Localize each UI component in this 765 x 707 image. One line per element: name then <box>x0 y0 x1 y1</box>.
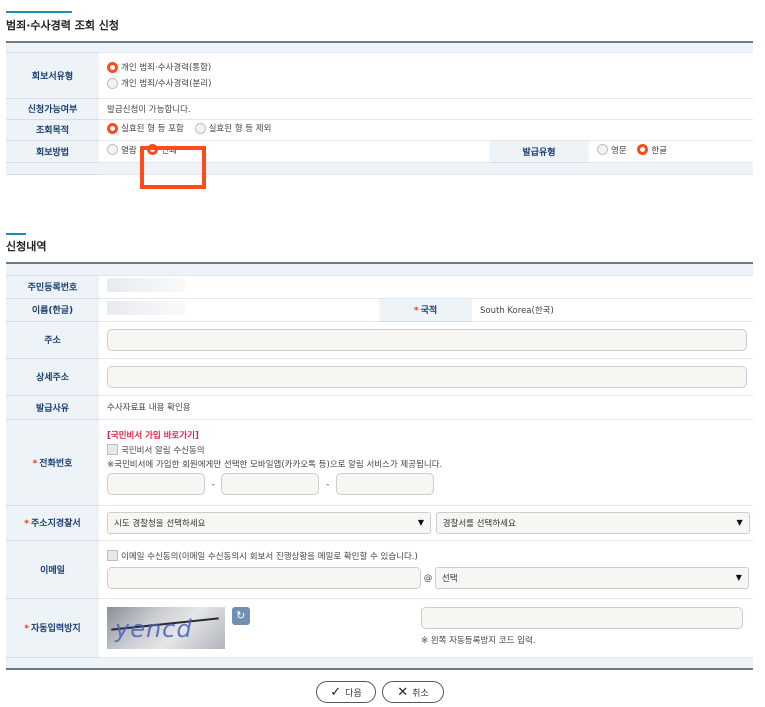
phone-note: ※국민비서에 가입한 회원에게만 선택한 모바일앱(카카오톡 등)으로 알림 서… <box>107 460 443 471</box>
required-mark: * <box>32 458 38 469</box>
reason-value: 수사자료표 내용 확인용 <box>99 395 754 420</box>
spacer-row <box>6 162 753 175</box>
check-icon: ✓ <box>330 684 342 700</box>
label-issue-type: 발급유형 <box>489 140 589 163</box>
label-nationality: * 국적 <box>379 298 472 322</box>
caret-down-icon: ▼ <box>417 518 424 527</box>
row-rrn: 주민등록번호 <box>6 275 754 299</box>
row-detail-address: 상세주소 <box>6 358 754 396</box>
title-accent <box>6 11 72 13</box>
phone-consent-checkbox[interactable]: 국민비서 알림 수신동의 <box>107 444 205 456</box>
caret-down-icon: ▼ <box>736 518 743 527</box>
label-captcha: * 자동입력방지 <box>6 598 99 658</box>
phone-input-2[interactable] <box>221 473 320 496</box>
availability-status: 발급신청이 가능합니다. <box>99 98 753 120</box>
label-email: 이메일 <box>6 540 99 599</box>
row-address: 주소 <box>6 321 754 359</box>
label-address: 주소 <box>6 321 99 359</box>
radio-report-type-integrated[interactable]: 개인 범죄·수사경력(통합) <box>107 61 589 74</box>
radio-issue-korean[interactable]: 한글 <box>637 144 667 156</box>
address-input[interactable] <box>107 328 747 351</box>
section-title-application: 신청내역 <box>6 240 47 253</box>
label-detail-address: 상세주소 <box>6 358 99 396</box>
police-agency-select[interactable]: 시도 경찰청을 선택하세요 ▼ <box>107 511 431 534</box>
label-purpose: 조회목적 <box>6 119 99 141</box>
radio-off-icon[interactable] <box>107 77 118 89</box>
row-email: 이메일 이메일 수신동의(이메일 수신동의시 회보서 진행상황을 메일로 확인할… <box>6 540 754 599</box>
captcha-hint: ※ 왼쪽 자동등록방지 코드 입력. <box>421 635 536 646</box>
phone-input-3[interactable] <box>335 473 434 496</box>
label-report-type: 회보서유형 <box>6 52 99 99</box>
row-method: 회보방법 열람 인쇄 발급유형 영문 한글 <box>6 140 753 163</box>
masked-rrn <box>107 278 185 292</box>
refresh-icon[interactable]: ↻ <box>231 606 250 625</box>
x-icon: ✕ <box>397 684 409 700</box>
radio-on-icon[interactable] <box>637 144 649 156</box>
phone-input-1[interactable] <box>107 473 205 496</box>
radio-off-icon[interactable] <box>194 122 206 134</box>
radio-off-icon[interactable] <box>107 144 118 156</box>
radio-issue-english[interactable]: 영문 <box>597 144 627 156</box>
captcha-image: yencd <box>107 606 225 649</box>
radio-method-view[interactable]: 열람 <box>107 144 137 156</box>
police-station-select[interactable]: 경찰서를 선택하세요 ▼ <box>435 511 750 534</box>
row-phone: * 전화번호 [국민비서 가입 바로가기] 국민비서 알림 수신동의 ※국민비서에… <box>6 419 754 506</box>
required-mark: * <box>24 519 30 529</box>
phone-separator: - <box>326 479 330 490</box>
label-police: * 주소지경찰서 <box>6 505 99 541</box>
next-button[interactable]: ✓ 다음 <box>316 681 376 703</box>
row-report-type: 회보서유형 개인 범죄·수사경력(통합) 개인 범죄/수사경력(분리) <box>6 52 753 99</box>
row-police: * 주소지경찰서 시도 경찰청을 선택하세요 ▼ 경찰서를 선택하세요 ▼ <box>6 505 754 541</box>
label-reason: 발급사유 <box>6 395 99 420</box>
title-accent <box>6 233 26 235</box>
email-at-sign: @ <box>423 573 433 583</box>
detail-address-input[interactable] <box>107 365 747 388</box>
section-title-inquiry: 범죄·수사경력 조회 신청 <box>6 19 120 32</box>
label-rrn: 주민등록번호 <box>6 275 99 299</box>
email-local-input[interactable] <box>107 566 421 589</box>
masked-name <box>107 301 185 315</box>
row-name: 이름(한글) * 국적 South Korea(한국) <box>6 298 754 322</box>
checkbox-icon[interactable] <box>107 550 118 561</box>
email-domain-select[interactable]: 선택 ▼ <box>434 566 749 589</box>
highlight-box <box>140 146 206 189</box>
inquiry-form-table: 회보서유형 개인 범죄·수사경력(통합) 개인 범죄/수사경력(분리) 신청가능… <box>6 41 753 175</box>
caret-down-icon: ▼ <box>735 573 742 582</box>
radio-purpose-include[interactable]: 실효된 형 등 포함 <box>107 122 184 134</box>
spacer-row <box>6 41 753 53</box>
label-phone: * 전화번호 <box>6 419 99 506</box>
nationality-value: South Korea(한국) <box>472 298 754 322</box>
required-mark: * <box>413 306 419 316</box>
label-method: 회보방법 <box>6 140 99 163</box>
cancel-button[interactable]: ✕ 취소 <box>382 681 444 703</box>
application-form-table: 주민등록번호 이름(한글) * 국적 South Korea(한국) 주소 상세주… <box>6 262 754 670</box>
radio-report-type-separate[interactable]: 개인 범죄/수사경력(분리) <box>107 77 589 90</box>
radio-off-icon[interactable] <box>597 144 608 156</box>
checkbox-icon[interactable] <box>107 444 118 456</box>
radio-on-icon[interactable] <box>107 122 118 134</box>
captcha-input[interactable] <box>421 606 743 629</box>
required-mark: * <box>24 624 30 634</box>
row-availability: 신청가능여부 발급신청이 가능합니다. <box>6 98 753 120</box>
join-link[interactable]: [국민비서 가입 바로가기] <box>107 429 753 441</box>
spacer-row <box>6 262 754 276</box>
row-purpose: 조회목적 실효된 형 등 포함 실효된 형 등 제외 <box>6 119 753 141</box>
radio-on-icon[interactable] <box>107 61 118 73</box>
label-name: 이름(한글) <box>6 298 99 322</box>
phone-separator: - <box>211 479 215 490</box>
label-availability: 신청가능여부 <box>6 98 99 120</box>
row-reason: 발급사유 수사자료표 내용 확인용 <box>6 395 754 420</box>
row-captcha: * 자동입력방지 yencd ↻ ※ 왼쪽 자동등록방지 코드 입력. <box>6 598 754 658</box>
email-consent-checkbox[interactable]: 이메일 수신동의(이메일 수신동의시 회보서 진행상황을 메일로 확인할 수 있… <box>107 550 418 562</box>
radio-purpose-exclude[interactable]: 실효된 형 등 제외 <box>194 122 271 134</box>
spacer-row <box>6 657 754 670</box>
